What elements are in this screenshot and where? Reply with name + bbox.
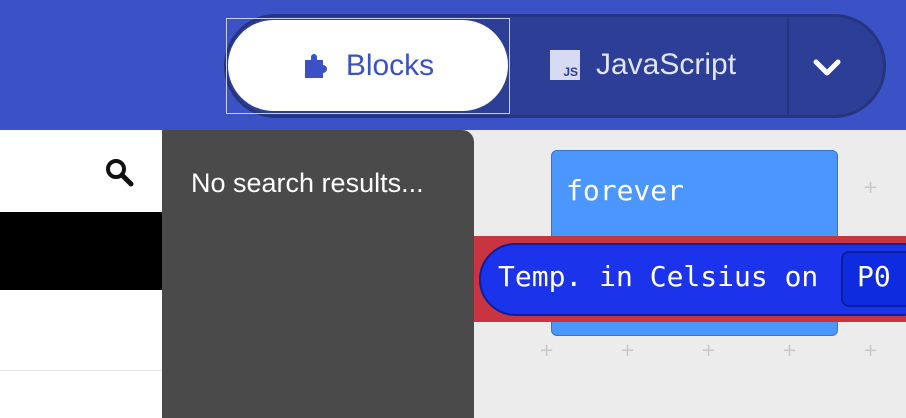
tab-blocks[interactable]: Blocks <box>228 20 508 111</box>
puzzle-icon <box>304 53 327 78</box>
forever-block-label: forever <box>566 174 685 207</box>
toggle-divider <box>787 16 789 116</box>
tab-javascript-label: JavaScript <box>596 48 737 81</box>
no-search-results-message: No search results... <box>191 168 424 198</box>
toolbox-category-highlight[interactable] <box>0 212 162 290</box>
tab-javascript[interactable]: JS JavaScript <box>550 45 736 85</box>
chevron-down-icon[interactable] <box>810 50 844 84</box>
search-icon[interactable] <box>104 157 134 187</box>
js-file-icon: JS <box>550 50 580 80</box>
toolbox-divider <box>0 370 162 371</box>
tab-blocks-label: Blocks <box>345 48 435 82</box>
pin-value: P0 <box>857 260 891 293</box>
temperature-block-label: Temp. in Celsius on <box>498 260 819 293</box>
